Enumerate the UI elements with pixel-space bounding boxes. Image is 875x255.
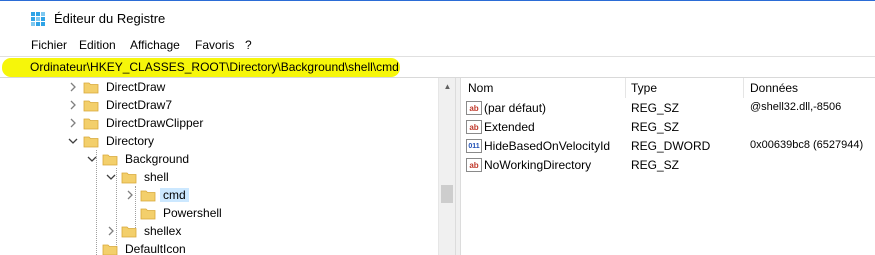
value-data: 0x00639bc8 (6527944): [750, 139, 864, 151]
folder-icon: [83, 118, 99, 130]
title-bar: Éditeur du Registre: [0, 0, 875, 36]
column-divider[interactable]: [625, 78, 626, 98]
tree-node-label: DefaultIcon: [125, 242, 186, 255]
address-bar[interactable]: Ordinateur\HKEY_CLASSES_ROOT\Directory\B…: [0, 56, 875, 78]
tree-node-powershell[interactable]: Powershell: [0, 204, 438, 222]
tree-node-directdraw[interactable]: DirectDraw: [0, 78, 438, 96]
folder-icon: [140, 190, 156, 202]
column-header-data[interactable]: Données: [750, 78, 798, 98]
folder-icon: [83, 100, 99, 112]
folder-icon: [140, 208, 156, 220]
column-header-type[interactable]: Type: [631, 78, 657, 98]
tree-node-label: shellex: [144, 224, 182, 238]
tree-node-directory[interactable]: Directory: [0, 132, 438, 150]
chevron-right-icon[interactable]: [68, 81, 78, 93]
chevron-down-icon[interactable]: [68, 135, 78, 147]
value-type: REG_SZ: [631, 101, 680, 115]
chevron-right-icon[interactable]: [125, 189, 135, 201]
menu-edition[interactable]: Edition: [79, 38, 116, 52]
column-header-name[interactable]: Nom: [468, 78, 493, 98]
value-name: (par défaut): [484, 101, 547, 115]
folder-icon: [121, 226, 137, 238]
tree-node-shellex[interactable]: shellex: [0, 222, 438, 240]
tree-scrollbar[interactable]: ▲: [438, 78, 455, 255]
tree-node-label: cmd: [160, 188, 189, 202]
list-item[interactable]: ab NoWorkingDirectory REG_SZ: [461, 156, 875, 175]
tree-node-cmd[interactable]: cmd: [0, 186, 438, 204]
menu-fichier[interactable]: Fichier: [31, 38, 67, 52]
tree-node-background[interactable]: Background: [0, 150, 438, 168]
value-type: REG_SZ: [631, 120, 680, 134]
tree-node-label: Background: [125, 152, 190, 166]
string-value-icon: ab: [466, 158, 482, 172]
chevron-right-icon[interactable]: [68, 117, 78, 129]
column-divider[interactable]: [743, 78, 744, 98]
folder-open-icon: [121, 172, 137, 184]
menu-affichage[interactable]: Affichage: [130, 38, 180, 52]
string-value-icon: ab: [466, 120, 482, 134]
tree-node-directdrawclipper[interactable]: DirectDrawClipper: [0, 114, 438, 132]
menu-help[interactable]: ?: [245, 38, 252, 52]
values-list[interactable]: Nom Type Données ab (par défaut) REG_SZ …: [461, 78, 875, 255]
value-type: REG_SZ: [631, 158, 680, 172]
list-item[interactable]: ab Extended REG_SZ: [461, 118, 875, 137]
regedit-icon: [31, 12, 45, 26]
string-value-icon: ab: [466, 101, 482, 115]
menu-favoris[interactable]: Favoris: [195, 38, 234, 52]
folder-open-icon: [83, 136, 99, 148]
chevron-right-icon[interactable]: [68, 99, 78, 111]
chevron-right-icon[interactable]: [106, 225, 116, 237]
tree-node-label: DirectDraw: [106, 80, 166, 94]
menu-bar: Fichier Edition Affichage Favoris ?: [0, 36, 875, 56]
tree-node-label: DirectDraw7: [106, 98, 173, 112]
tree-node-defaulticon[interactable]: DefaultIcon: [0, 240, 438, 255]
tree-node-label: Powershell: [163, 206, 222, 220]
value-name: NoWorkingDirectory: [484, 158, 592, 172]
folder-open-icon: [102, 154, 118, 166]
chevron-down-icon[interactable]: [106, 171, 116, 183]
tree-node-shell[interactable]: shell: [0, 168, 438, 186]
value-name: HideBasedOnVelocityId: [484, 139, 611, 153]
list-item[interactable]: 011 HideBasedOnVelocityId REG_DWORD 0x00…: [461, 137, 875, 156]
value-name: Extended: [484, 120, 535, 134]
tree-node-directdraw7[interactable]: DirectDraw7: [0, 96, 438, 114]
scroll-up-icon[interactable]: ▲: [439, 78, 456, 95]
chevron-down-icon[interactable]: [87, 153, 97, 165]
folder-icon: [102, 244, 118, 255]
scroll-thumb[interactable]: [441, 185, 453, 203]
folder-icon: [83, 82, 99, 94]
dword-value-icon: 011: [466, 139, 482, 153]
tree-node-label: Directory: [106, 134, 155, 148]
tree-node-label: DirectDrawClipper: [106, 116, 204, 130]
value-data: @shell32.dll,-8506: [750, 101, 842, 113]
address-path[interactable]: Ordinateur\HKEY_CLASSES_ROOT\Directory\B…: [30, 60, 399, 74]
tree-pane[interactable]: DirectDraw DirectDraw7 DirectDrawClipper…: [0, 78, 455, 255]
tree-node-label: shell: [144, 170, 169, 184]
list-item[interactable]: ab (par défaut) REG_SZ @shell32.dll,-850…: [461, 99, 875, 118]
value-type: REG_DWORD: [631, 139, 711, 153]
window-title: Éditeur du Registre: [54, 11, 166, 26]
